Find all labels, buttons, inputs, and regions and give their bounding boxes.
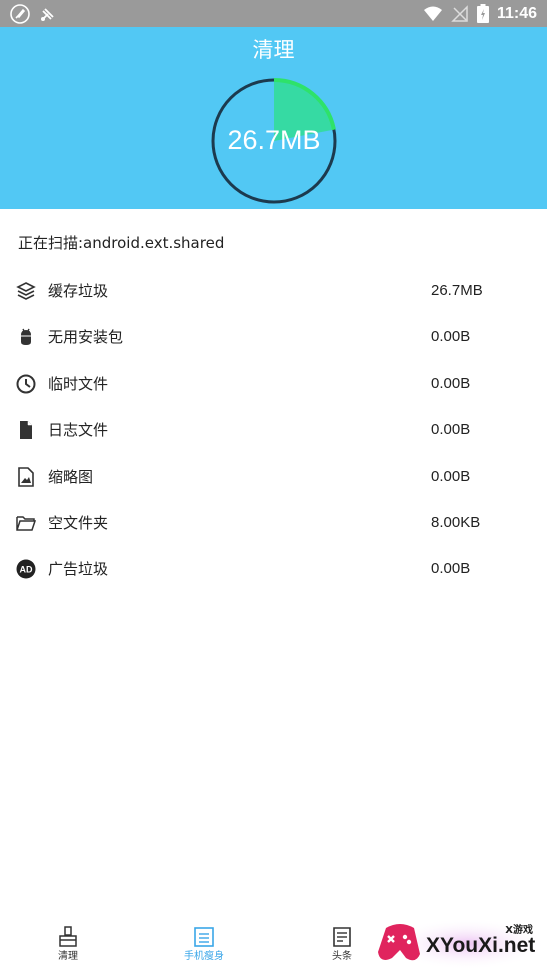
watermark-main-text: XYouXi.net: [426, 934, 536, 957]
list-item-temp-files[interactable]: 临时文件 0.00B: [0, 361, 547, 407]
list-item-label: 空文件夹: [48, 513, 109, 532]
list-item-label: 临时文件: [48, 374, 109, 393]
nav-tab-phone-slim[interactable]: 手机瘦身: [164, 926, 244, 963]
page-title: 清理: [252, 38, 295, 62]
list-item-size: 0.00B: [431, 560, 471, 578]
status-bar: 11:46: [0, 0, 547, 27]
list-item-label: 缩略图: [48, 467, 94, 486]
list-item-label: 广告垃圾: [48, 560, 109, 579]
folder-icon: [16, 516, 36, 531]
layers-icon: [16, 282, 36, 300]
nav-tab-clean[interactable]: 清理: [28, 926, 108, 963]
image-icon: [18, 466, 34, 487]
battery-icon: [476, 4, 489, 23]
nav-tab-label: 头条: [332, 951, 352, 962]
list-item-cache-junk[interactable]: 缓存垃圾 26.7MB: [0, 268, 547, 314]
junk-category-list: 缓存垃圾 26.7MB 无用安装包 0.00B 临时文件 0.00B 日志文件 …: [0, 268, 547, 593]
svg-text:AD: AD: [20, 565, 33, 575]
scan-gauge: 26.7MB: [210, 77, 338, 205]
phone-slim-icon: [194, 927, 214, 947]
list-item-empty-folders[interactable]: 空文件夹 8.00KB: [0, 500, 547, 546]
document-icon: [20, 421, 32, 440]
list-item-size: 8.00KB: [431, 513, 481, 531]
list-item-unused-packages[interactable]: 无用安装包 0.00B: [0, 314, 547, 360]
wifi-icon: [423, 6, 442, 21]
nav-tab-label: 清理: [58, 951, 78, 962]
list-item-size: 0.00B: [431, 328, 471, 346]
nav-tab-label: 手机瘦身: [184, 951, 224, 962]
list-item-label: 缓存垃圾: [48, 282, 109, 300]
list-item-ad-junk[interactable]: AD 广告垃圾 0.00B: [0, 546, 547, 592]
list-item-thumbnails[interactable]: 缩略图 0.00B: [0, 454, 547, 500]
list-item-label: 无用安装包: [48, 328, 124, 347]
ad-icon: AD: [16, 559, 36, 579]
rocket-notification-icon: [10, 4, 30, 24]
satellite-notification-icon: [41, 8, 54, 21]
list-item-size: 0.00B: [431, 421, 471, 439]
android-icon: [21, 329, 31, 346]
gauge-value: 26.7MB: [227, 125, 321, 155]
status-time: 11:46: [496, 5, 537, 22]
list-item-size: 0.00B: [431, 467, 471, 485]
scan-status-text: 正在扫描:android.ext.shared: [18, 234, 225, 252]
news-icon: [333, 927, 351, 947]
broom-icon: [59, 926, 77, 947]
watermark-logo: X游戏 XYouXi.net: [372, 918, 547, 974]
no-signal-icon: [451, 4, 468, 22]
nav-tab-headlines[interactable]: 头条: [302, 926, 382, 963]
list-item-size: 0.00B: [431, 374, 471, 392]
clock-icon: [16, 374, 36, 394]
list-item-label: 日志文件: [48, 421, 109, 440]
list-item-size: 26.7MB: [431, 282, 483, 299]
header: 清理 26.7MB: [0, 27, 547, 209]
list-item-log-files[interactable]: 日志文件 0.00B: [0, 407, 547, 453]
